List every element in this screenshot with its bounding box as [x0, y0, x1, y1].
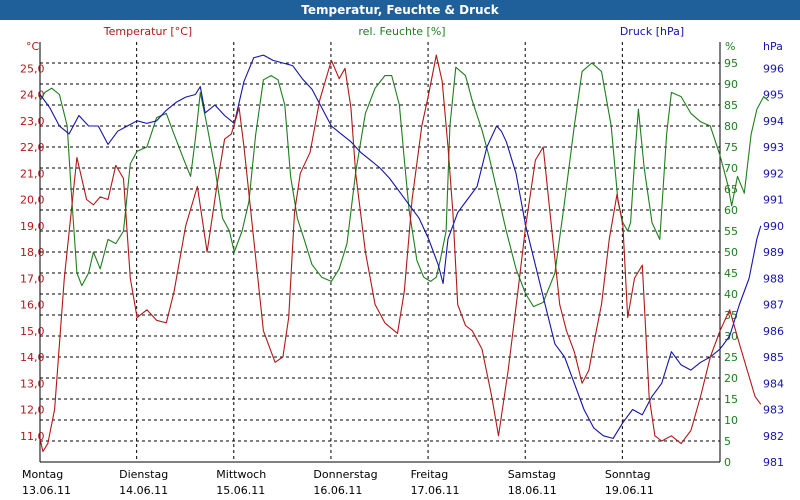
press-tick-label: 986: [763, 325, 784, 338]
humid-tick-label: 70: [724, 162, 738, 175]
temp-tick-label: 12,0: [20, 404, 45, 417]
press-tick-label: 982: [763, 430, 784, 443]
day-name-label: Samstag: [508, 468, 556, 481]
press-tick-label: 996: [763, 62, 784, 75]
press-tick-label: 987: [763, 299, 784, 312]
temp-tick-label: 16,0: [20, 299, 45, 312]
day-name-label: Freitag: [411, 468, 449, 481]
temp-tick-label: 22,0: [20, 141, 45, 154]
temp-tick-label: 23,0: [20, 115, 45, 128]
press-tick-label: 985: [763, 351, 784, 364]
day-date-label: 15.06.11: [216, 484, 265, 497]
press-series-label: Druck [hPa]: [620, 25, 684, 38]
tick-labels: 11,012,013,014,015,016,017,018,019,020,0…: [20, 57, 784, 497]
humid-tick-label: 5: [724, 435, 731, 448]
press-tick-label: 989: [763, 246, 784, 259]
press-tick-label: 995: [763, 89, 784, 102]
humid-tick-label: 50: [724, 246, 738, 259]
humid-series-line: [39, 62, 769, 308]
press-tick-label: 994: [763, 115, 784, 128]
day-name-label: Dienstag: [119, 468, 168, 481]
press-tick-label: 984: [763, 377, 784, 390]
chart-plot: Temperatur [°C] rel. Feuchte [%] Druck […: [20, 25, 784, 497]
humid-tick-label: 0: [724, 456, 731, 469]
humid-unit-label: %: [725, 40, 735, 53]
humid-tick-label: 55: [724, 225, 738, 238]
day-date-label: 19.06.11: [605, 484, 654, 497]
temp-tick-label: 18,0: [20, 246, 45, 259]
humid-tick-label: 80: [724, 120, 738, 133]
data-lines: [39, 54, 769, 453]
humid-tick-label: 60: [724, 204, 738, 217]
temp-tick-label: 19,0: [20, 220, 45, 233]
axis-labels: Temperatur [°C] rel. Feuchte [%] Druck […: [26, 25, 783, 53]
humid-tick-label: 95: [724, 57, 738, 70]
day-date-label: 13.06.11: [22, 484, 71, 497]
day-name-label: Mittwoch: [216, 468, 266, 481]
temp-tick-label: 25,0: [20, 62, 45, 75]
press-tick-label: 990: [763, 220, 784, 233]
day-date-label: 17.06.11: [411, 484, 460, 497]
chart-title: Temperatur, Feuchte & Druck: [0, 0, 800, 20]
humid-tick-label: 15: [724, 393, 738, 406]
press-tick-label: 981: [763, 456, 784, 469]
humid-tick-label: 10: [724, 414, 738, 427]
humid-series-label: rel. Feuchte [%]: [358, 25, 445, 38]
press-tick-label: 993: [763, 141, 784, 154]
temp-tick-label: 13,0: [20, 377, 45, 390]
temp-tick-label: 17,0: [20, 272, 45, 285]
temp-unit-label: °C: [26, 40, 40, 53]
press-tick-label: 983: [763, 404, 784, 417]
day-name-label: Sonntag: [605, 468, 651, 481]
press-tick-label: 991: [763, 194, 784, 207]
press-unit-label: hPa: [763, 40, 783, 53]
temp-tick-label: 21,0: [20, 167, 45, 180]
humid-tick-label: 90: [724, 78, 738, 91]
humid-tick-label: 45: [724, 267, 738, 280]
temp-tick-label: 15,0: [20, 325, 45, 338]
temp-tick-label: 20,0: [20, 194, 45, 207]
grid-lines: [40, 42, 720, 462]
humid-tick-label: 85: [724, 99, 738, 112]
humid-tick-label: 40: [724, 288, 738, 301]
humid-tick-label: 25: [724, 351, 738, 364]
press-tick-label: 992: [763, 167, 784, 180]
day-date-label: 18.06.11: [508, 484, 557, 497]
day-name-label: Donnerstag: [313, 468, 377, 481]
humid-tick-label: 20: [724, 372, 738, 385]
day-date-label: 14.06.11: [119, 484, 168, 497]
temp-series-label: Temperatur [°C]: [103, 25, 192, 38]
press-tick-label: 988: [763, 272, 784, 285]
temp-tick-label: 14,0: [20, 351, 45, 364]
day-date-label: 16.06.11: [313, 484, 362, 497]
day-name-label: Montag: [22, 468, 63, 481]
humid-tick-label: 75: [724, 141, 738, 154]
